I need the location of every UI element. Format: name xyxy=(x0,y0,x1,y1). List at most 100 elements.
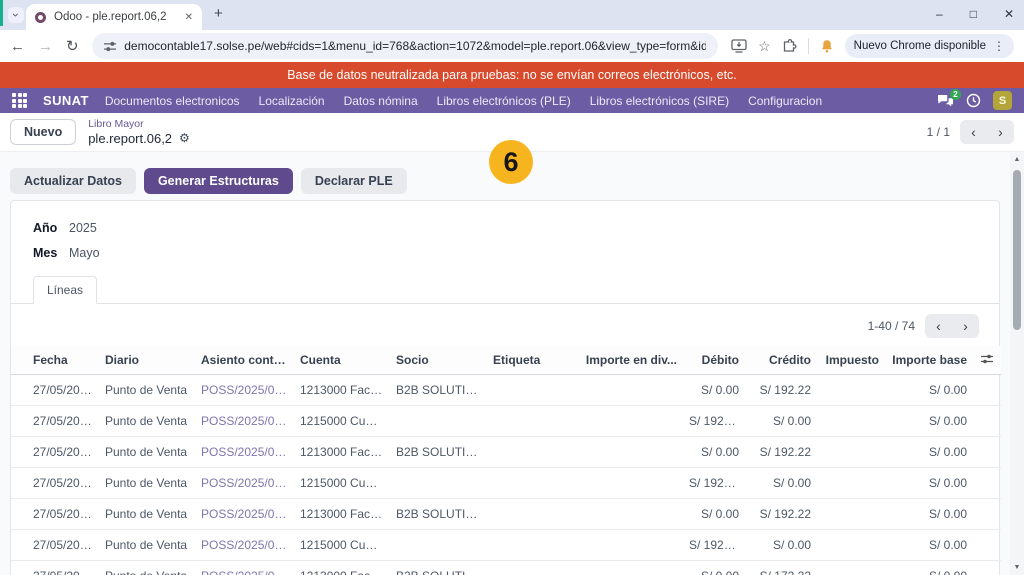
menu-libros-electrónicos-ple[interactable]: Libros electrónicos (PLE) xyxy=(437,94,571,108)
table-row[interactable]: 27/05/2025Punto de VentaPOSS/2025/05/0..… xyxy=(11,374,1001,406)
minimize-button[interactable]: – xyxy=(936,5,943,23)
toolbar-divider xyxy=(807,38,809,54)
list-prev-button[interactable]: ‹ xyxy=(925,314,952,338)
tab-close-icon[interactable]: ✕ xyxy=(185,12,193,23)
list-next-button[interactable]: › xyxy=(952,314,979,338)
user-avatar[interactable]: S xyxy=(993,91,1012,110)
cell-asiento[interactable]: POSS/2025/05/0... xyxy=(195,498,294,530)
app-name[interactable]: SUNAT xyxy=(43,93,89,108)
prev-record-button[interactable]: ‹ xyxy=(960,120,987,144)
bookmark-star-icon[interactable]: ☆ xyxy=(758,38,771,55)
cell-asiento[interactable]: POSS/2025/05/0... xyxy=(195,405,294,437)
col-header-importe-en-div[interactable]: Importe en div... xyxy=(579,346,683,375)
scrollbar-thumb[interactable] xyxy=(1013,170,1021,330)
new-tab-button[interactable]: + xyxy=(214,5,223,22)
cell-diario: Punto de Venta xyxy=(99,436,195,468)
cell-asiento[interactable]: POSS/2025/05/0... xyxy=(195,560,294,575)
col-header-crédito[interactable]: Crédito xyxy=(745,346,817,375)
col-header-importe-base[interactable]: Importe base xyxy=(885,346,973,375)
table-row[interactable]: 27/05/2025Punto de VentaPOSS/2025/05/0..… xyxy=(11,498,1001,530)
browser-tab[interactable]: Odoo - ple.report.06,2 ✕ xyxy=(26,4,202,30)
cell-asiento[interactable]: POSS/2025/05/0... xyxy=(195,374,294,406)
breadcrumb-parent[interactable]: Libro Mayor xyxy=(88,118,190,131)
table-row[interactable]: 27/05/2025Punto de VentaPOSS/2025/05/0..… xyxy=(11,529,1001,561)
optional-columns-icon[interactable] xyxy=(973,346,1001,375)
cell-importe_base: S/ 0.00 xyxy=(885,467,973,499)
cell-socio xyxy=(390,467,487,499)
cell-etiqueta xyxy=(487,529,579,561)
col-header-débito[interactable]: Débito xyxy=(683,346,745,375)
col-header-impuesto[interactable]: Impuesto xyxy=(817,346,885,375)
cell-etiqueta xyxy=(487,467,579,499)
address-bar[interactable]: democontable17.solse.pe/web#cids=1&menu_… xyxy=(91,33,719,59)
menu-libros-electrónicos-sire[interactable]: Libros electrónicos (SIRE) xyxy=(590,94,729,108)
messages-button[interactable]: 2 xyxy=(937,89,961,107)
scroll-down-icon[interactable]: ▼ xyxy=(1010,564,1024,571)
tab-search-button[interactable]: › xyxy=(8,7,24,23)
cell-credito: S/ 192.22 xyxy=(745,498,817,530)
notification-bell-icon[interactable] xyxy=(820,39,834,54)
cell-socio xyxy=(390,529,487,561)
col-header-diario[interactable]: Diario xyxy=(99,346,195,375)
table-row[interactable]: 27/05/2025Punto de VentaPOSS/2025/05/0..… xyxy=(11,467,1001,499)
cell-asiento[interactable]: POSS/2025/05/0... xyxy=(195,467,294,499)
maximize-button[interactable]: □ xyxy=(970,5,977,23)
actions-gear-icon[interactable]: ⚙ xyxy=(179,131,190,145)
apps-grid-icon[interactable] xyxy=(12,93,27,108)
reload-button[interactable]: ↻ xyxy=(66,39,79,54)
declarar-ple-button[interactable]: Declarar PLE xyxy=(300,168,407,194)
table-row[interactable]: 27/05/2025Punto de VentaPOSS/2025/05/0..… xyxy=(11,436,1001,468)
cell-cuenta: 1215000 Cuentas... xyxy=(294,405,390,437)
extensions-icon[interactable] xyxy=(782,38,797,54)
cell-credito: S/ 0.00 xyxy=(745,405,817,437)
vertical-scrollbar[interactable]: ▲ ▼ xyxy=(1010,152,1024,575)
scroll-up-icon[interactable]: ▲ xyxy=(1010,156,1024,163)
close-button[interactable]: ✕ xyxy=(1004,5,1014,23)
year-value[interactable]: 2025 xyxy=(69,221,97,235)
cell-asiento[interactable]: POSS/2025/05/0... xyxy=(195,529,294,561)
col-header-socio[interactable]: Socio xyxy=(390,346,487,375)
menu-documentos-electronicos[interactable]: Documentos electronicos xyxy=(105,94,240,108)
month-value[interactable]: Mayo xyxy=(69,246,100,260)
actualizar-datos-button[interactable]: Actualizar Datos xyxy=(10,168,136,194)
tab-lineas[interactable]: Líneas xyxy=(33,276,98,304)
generar-estructuras-button[interactable]: Generar Estructuras xyxy=(143,168,293,194)
forward-button[interactable]: → xyxy=(38,39,53,54)
site-settings-icon[interactable] xyxy=(103,41,117,52)
next-record-button[interactable]: › xyxy=(987,120,1014,144)
cell-spacer xyxy=(973,529,1001,561)
menu-localización[interactable]: Localización xyxy=(259,94,325,108)
cell-credito: S/ 0.00 xyxy=(745,467,817,499)
col-header-cuenta[interactable]: Cuenta xyxy=(294,346,390,375)
cell-fecha: 27/05/2025 xyxy=(11,436,99,468)
screen: › Odoo - ple.report.06,2 ✕ + – □ ✕ ← → ↻… xyxy=(0,0,1024,575)
activities-clock-icon[interactable] xyxy=(966,93,981,108)
table-row[interactable]: 27/05/2025Punto de VentaPOSS/2025/05/0..… xyxy=(11,405,1001,437)
table-row[interactable]: 27/05/2025Punto de VentaPOSS/2025/05/0..… xyxy=(11,560,1001,575)
cell-debito: S/ 192.22 xyxy=(683,467,745,499)
browser-tabstrip: › Odoo - ple.report.06,2 ✕ + – □ ✕ xyxy=(0,0,1024,30)
cell-impuesto xyxy=(817,436,885,468)
chrome-update-button[interactable]: Nuevo Chrome disponible ⋮ xyxy=(844,34,1014,58)
notebook-tabs: Líneas xyxy=(11,276,999,304)
browser-menu-icon[interactable]: ⋮ xyxy=(993,39,1005,53)
field-month: Mes Mayo xyxy=(33,246,999,260)
cell-socio: B2B SOLUTIONS ... xyxy=(390,436,487,468)
cell-importe_base: S/ 0.00 xyxy=(885,529,973,561)
cell-asiento[interactable]: POSS/2025/05/0... xyxy=(195,436,294,468)
cell-cuenta: 1215000 Cuentas... xyxy=(294,529,390,561)
col-header-asiento-contable[interactable]: Asiento contable xyxy=(195,346,294,375)
col-header-etiqueta[interactable]: Etiqueta xyxy=(487,346,579,375)
cell-etiqueta xyxy=(487,436,579,468)
cell-diario: Punto de Venta xyxy=(99,498,195,530)
install-icon[interactable] xyxy=(731,39,747,53)
back-button[interactable]: ← xyxy=(10,39,25,54)
cell-importe_base: S/ 0.00 xyxy=(885,405,973,437)
menu-configuracion[interactable]: Configuracion xyxy=(748,94,822,108)
field-year: Año 2025 xyxy=(33,221,999,235)
menu-datos-nómina[interactable]: Datos nómina xyxy=(344,94,418,108)
new-record-button[interactable]: Nuevo xyxy=(10,119,77,145)
neutralized-db-banner: Base de datos neutralizada para pruebas:… xyxy=(0,62,1024,88)
col-header-fecha[interactable]: Fecha xyxy=(11,346,99,375)
cell-diario: Punto de Venta xyxy=(99,374,195,406)
